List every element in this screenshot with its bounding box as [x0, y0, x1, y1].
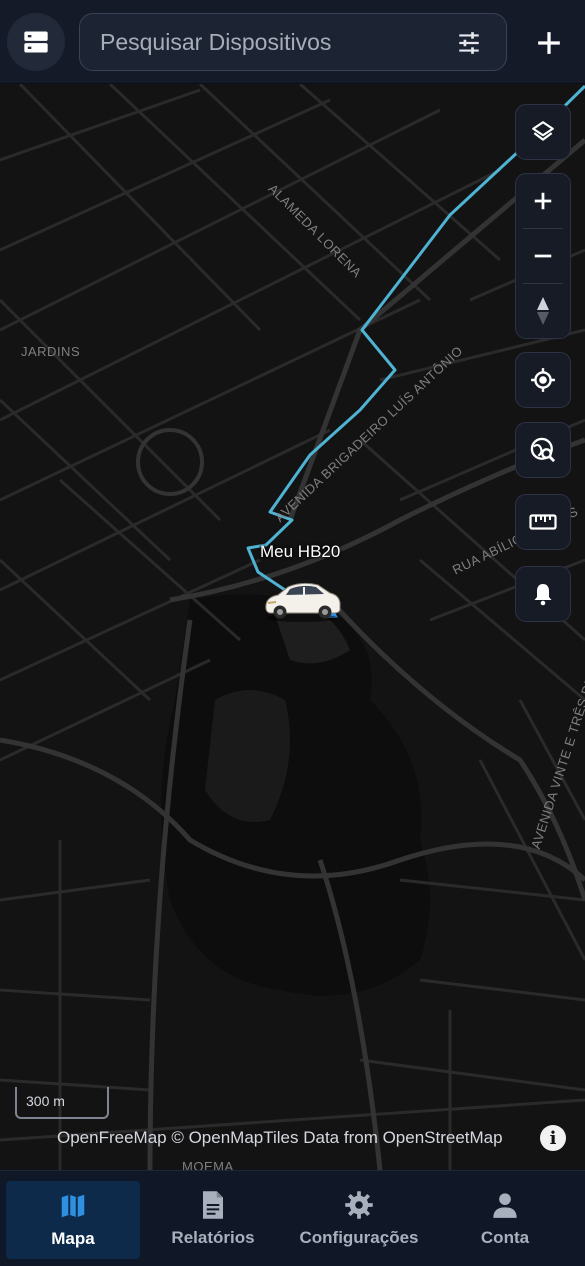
device-search-box[interactable] — [79, 13, 507, 71]
street-map — [0, 84, 585, 1170]
vehicle-label: Meu HB20 — [260, 542, 341, 561]
add-device-button[interactable] — [528, 22, 570, 64]
layers-button[interactable] — [515, 104, 571, 160]
tune-icon[interactable] — [456, 30, 482, 56]
nav-label: Relatórios — [171, 1228, 255, 1247]
scale-bar: 300 m — [15, 1087, 109, 1119]
nav-item-configuracoes[interactable]: Configurações — [286, 1171, 432, 1266]
nav-item-relatorios[interactable]: Relatórios — [140, 1171, 286, 1266]
compass-icon — [537, 297, 549, 325]
ruler-button[interactable] — [515, 494, 571, 550]
document-icon — [203, 1191, 223, 1219]
layers-icon — [532, 121, 554, 141]
top-bar — [0, 0, 585, 84]
info-button[interactable]: i — [540, 1125, 566, 1151]
my-location-icon — [531, 368, 555, 392]
zoom-out-button[interactable] — [515, 229, 571, 283]
gear-icon — [345, 1191, 373, 1219]
plus-icon — [538, 32, 560, 54]
district-label: MOEMA — [182, 1159, 234, 1170]
zoom-in-icon — [534, 192, 552, 210]
geofence-search-icon — [530, 437, 556, 463]
map-canvas[interactable]: ALAMEDA LORENA JARDINS AVENIDA BRIGADEIR… — [0, 84, 585, 1170]
district-label: JARDINS — [21, 344, 81, 359]
zoom-in-button[interactable] — [515, 174, 571, 228]
map-icon — [61, 1194, 85, 1218]
server-list-icon — [24, 31, 48, 53]
zoom-out-icon — [534, 254, 552, 258]
devices-menu-button[interactable] — [7, 13, 65, 71]
info-icon: i — [549, 1127, 557, 1149]
nav-item-conta[interactable]: Conta — [432, 1171, 578, 1266]
zoom-controls — [515, 173, 571, 339]
bottom-navigation: Mapa Relatórios Configurações Conta — [0, 1170, 585, 1266]
map-attribution[interactable]: OpenFreeMap © OpenMapTiles Data from Ope… — [57, 1128, 503, 1148]
nav-label: Configurações — [299, 1228, 419, 1247]
compass-button[interactable] — [515, 284, 571, 338]
bell-icon — [534, 584, 552, 606]
search-input[interactable] — [80, 28, 440, 56]
my-location-button[interactable] — [515, 352, 571, 408]
person-icon — [493, 1193, 517, 1218]
geofence-search-button[interactable] — [515, 422, 571, 478]
nav-item-mapa[interactable]: Mapa — [6, 1181, 140, 1259]
notifications-button[interactable] — [515, 566, 571, 622]
nav-label: Mapa — [51, 1229, 95, 1248]
ruler-icon — [529, 514, 557, 530]
vehicle-marker[interactable] — [262, 577, 342, 623]
nav-label: Conta — [480, 1228, 530, 1247]
car-icon — [265, 582, 341, 622]
